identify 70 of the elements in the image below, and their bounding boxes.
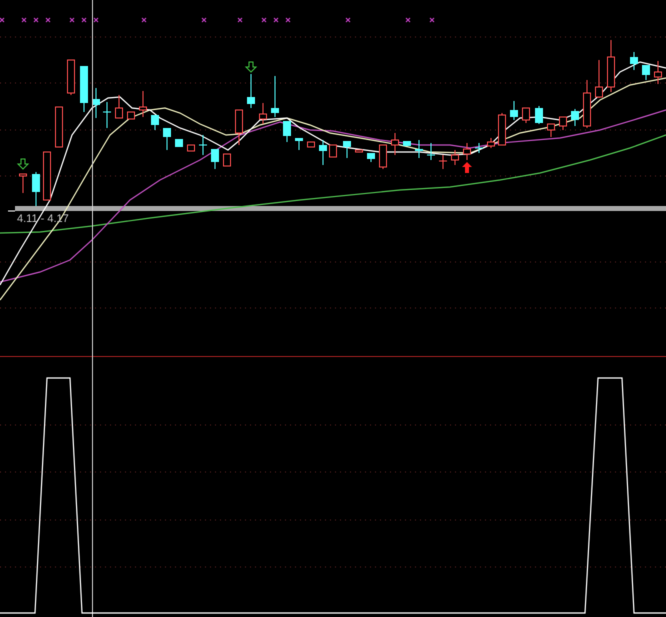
cross-marker bbox=[94, 18, 98, 22]
candlestick bbox=[654, 60, 662, 84]
down-arrow-icon bbox=[16, 158, 30, 170]
candlestick bbox=[43, 152, 51, 200]
candlestick bbox=[403, 140, 411, 146]
candlestick bbox=[415, 140, 423, 158]
cross-marker bbox=[70, 18, 74, 22]
cross-marker bbox=[286, 18, 290, 22]
cross-marker bbox=[346, 18, 350, 22]
candlestick bbox=[307, 142, 315, 148]
candlestick bbox=[487, 138, 495, 148]
cross-marker bbox=[238, 18, 242, 22]
candlestick bbox=[247, 74, 255, 108]
candlestick bbox=[67, 60, 75, 96]
candlestick bbox=[607, 40, 615, 92]
up-arrow-icon bbox=[462, 162, 472, 173]
candlestick bbox=[498, 112, 506, 146]
candlestick bbox=[223, 154, 231, 166]
candlestick bbox=[642, 64, 650, 80]
candlestick bbox=[343, 140, 351, 158]
candlestick bbox=[355, 150, 363, 152]
candlestick bbox=[391, 132, 399, 156]
candlestick bbox=[198, 134, 208, 156]
candlestick bbox=[367, 152, 375, 162]
down-arrow-icon bbox=[244, 62, 258, 73]
cross-marker bbox=[82, 18, 86, 22]
candlestick bbox=[426, 142, 436, 160]
candlestick bbox=[151, 114, 159, 130]
candlestick bbox=[295, 138, 303, 150]
candlestick bbox=[583, 80, 591, 128]
candlestick bbox=[510, 100, 518, 120]
cross-marker bbox=[430, 18, 434, 22]
candlestick bbox=[379, 144, 387, 170]
candlestick bbox=[163, 128, 171, 150]
cross-marker bbox=[46, 18, 50, 22]
candlestick bbox=[115, 94, 123, 118]
candlestick bbox=[319, 140, 327, 166]
candlestick bbox=[571, 108, 579, 126]
candlestick bbox=[283, 120, 291, 142]
cross-marker bbox=[274, 18, 278, 22]
candlestick bbox=[127, 112, 135, 120]
cross-marker bbox=[142, 18, 146, 22]
candlestick bbox=[271, 76, 279, 118]
cross-marker bbox=[22, 18, 26, 22]
candlestick bbox=[55, 106, 63, 148]
candlestick bbox=[474, 142, 484, 154]
candlestick bbox=[547, 124, 555, 138]
candlestick bbox=[438, 154, 448, 170]
candlestick bbox=[139, 90, 147, 118]
candlestick bbox=[32, 172, 40, 206]
cross-marker bbox=[262, 18, 266, 22]
candlestick bbox=[535, 106, 543, 124]
cross-marker bbox=[34, 18, 38, 22]
cross-marker bbox=[202, 18, 206, 22]
cross-marker bbox=[0, 18, 4, 22]
candlestick bbox=[80, 66, 88, 112]
candlestick bbox=[235, 110, 243, 146]
candlestick bbox=[102, 102, 112, 128]
candlestick bbox=[595, 60, 603, 98]
candlestick bbox=[630, 52, 638, 70]
candlestick bbox=[463, 142, 471, 160]
candlestick bbox=[259, 102, 267, 124]
candlestick bbox=[522, 108, 530, 124]
cross-marker bbox=[406, 18, 410, 22]
candlestick bbox=[92, 88, 100, 118]
candlestick bbox=[329, 144, 337, 158]
candlestick bbox=[451, 150, 459, 166]
candlestick bbox=[19, 174, 27, 194]
candlestick bbox=[559, 116, 567, 130]
candlestick bbox=[211, 148, 219, 170]
